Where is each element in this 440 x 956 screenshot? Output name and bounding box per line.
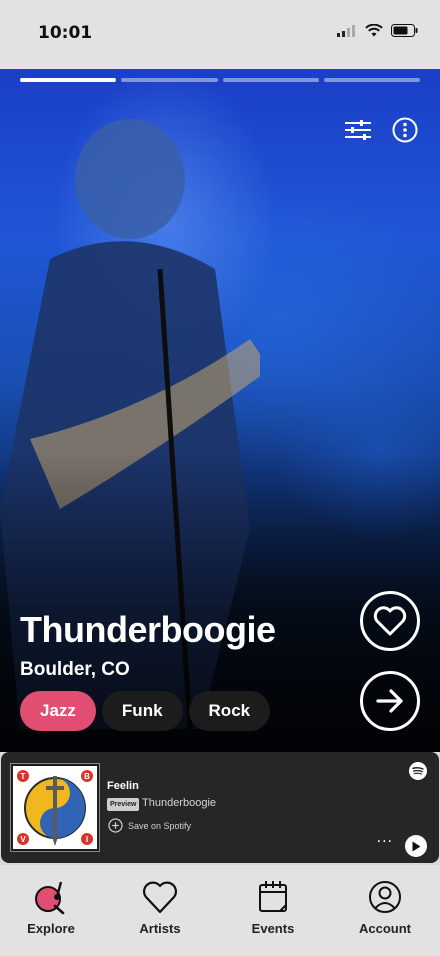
heart-outline-icon [143,881,177,914]
album-letter: I [86,835,88,844]
status-icons [337,24,418,37]
next-artist-button[interactable] [360,671,420,731]
plus-circle-icon [108,818,123,833]
tab-account[interactable]: Account [340,879,430,936]
album-letter: V [20,835,26,844]
favorite-button[interactable] [360,591,420,651]
save-on-spotify-label: Save on Spotify [128,820,192,831]
artist-name[interactable]: Thunderboogie [20,609,276,651]
artist-story[interactable]: Thunderboogie Boulder, CO Jazz Funk Rock [0,69,440,752]
user-circle-icon [369,881,401,913]
player-more-button[interactable]: ··· [377,834,393,850]
genre-chip-rock[interactable]: Rock [188,691,271,731]
save-on-spotify-button[interactable]: Save on Spotify [108,818,191,833]
tab-label: Account [359,921,411,936]
album-art-image: T B V I [13,766,97,849]
tab-events[interactable]: Events [228,879,318,936]
album-letter: B [84,772,90,781]
play-icon [412,841,421,851]
artist-location: Boulder, CO [20,659,130,680]
album-art: T B V I [10,763,100,852]
spotify-embed-card[interactable]: T B V I Feelin Preview Thunderboogie Sav… [1,752,439,863]
preview-badge: Preview [107,798,140,811]
cellular-signal-icon [337,24,355,37]
story-top-actions [344,117,418,143]
story-progress [20,78,420,82]
sliders-icon [345,120,371,140]
arrow-right-icon [376,689,403,713]
tab-explore[interactable]: Explore [6,879,96,936]
progress-segment [222,78,319,82]
tab-label: Events [251,921,295,936]
status-bar: 10:01 [0,0,440,69]
track-artist[interactable]: Thunderboogie [142,797,216,809]
progress-segment [323,78,420,82]
spotify-player: T B V I Feelin Preview Thunderboogie Sav… [0,752,440,865]
more-vertical-icon [392,117,418,143]
progress-segment [20,78,117,82]
tab-artists[interactable]: Artists [115,879,205,936]
genre-chips: Jazz Funk Rock [20,691,271,731]
tab-label: Artists [139,921,181,936]
bottom-tab-bar: Explore Artists Events Account [0,865,440,956]
calendar-icon [259,881,287,912]
play-button[interactable] [405,835,427,857]
track-title[interactable]: Feelin [107,780,139,792]
more-options-button[interactable] [392,117,418,143]
spotify-icon [409,762,427,780]
explore-music-icon [35,881,65,915]
genre-chip-funk[interactable]: Funk [101,691,183,731]
genre-chip-jazz[interactable]: Jazz [20,691,96,731]
wifi-icon [365,24,383,37]
heart-icon [373,606,407,636]
status-time: 10:01 [38,23,93,43]
progress-segment [121,78,218,82]
album-letter: T [21,772,26,781]
tab-label: Explore [27,921,75,936]
battery-icon [391,24,418,37]
spotify-logo-icon[interactable] [409,762,427,784]
filter-button[interactable] [344,119,372,141]
